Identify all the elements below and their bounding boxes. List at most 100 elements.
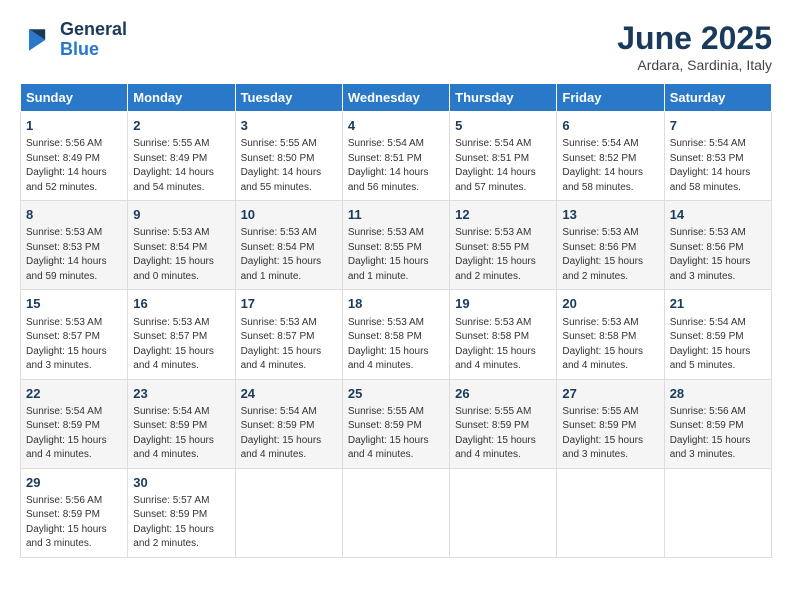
day-number: 29 [26, 474, 122, 492]
calendar-cell: 17 Sunrise: 5:53 AMSunset: 8:57 PMDayligh… [235, 290, 342, 379]
calendar-cell: 20 Sunrise: 5:53 AMSunset: 8:58 PMDayligh… [557, 290, 664, 379]
day-number: 17 [241, 295, 337, 313]
day-info: Sunrise: 5:53 AMSunset: 8:54 PMDaylight:… [133, 226, 229, 284]
day-number: 11 [348, 206, 444, 224]
day-header-sunday: Sunday [21, 84, 128, 112]
calendar-cell: 18 Sunrise: 5:53 AMSunset: 8:58 PMDayligh… [342, 290, 449, 379]
calendar-cell: 24Sunrise: 5:54 AMSunset: 8:59 PMDayligh… [235, 379, 342, 468]
day-header-monday: Monday [128, 84, 235, 112]
calendar-cell [342, 468, 449, 557]
day-info: Sunrise: 5:54 AMSunset: 8:52 PMDaylight:… [562, 137, 658, 195]
calendar-cell: 21Sunrise: 5:54 AMSunset: 8:59 PMDayligh… [664, 290, 771, 379]
calendar-week-row: 22Sunrise: 5:54 AMSunset: 8:59 PMDayligh… [21, 379, 772, 468]
calendar-table: SundayMondayTuesdayWednesdayThursdayFrid… [20, 83, 772, 558]
day-number: 10 [241, 206, 337, 224]
day-number: 30 [133, 474, 229, 492]
day-info: Sunrise: 5:54 AMSunset: 8:59 PMDaylight:… [670, 316, 766, 374]
day-info: Sunrise: 5:53 AMSunset: 8:55 PMDaylight:… [348, 226, 444, 284]
logo-text: General Blue [60, 20, 127, 60]
day-number: 3 [241, 117, 337, 135]
day-header-thursday: Thursday [450, 84, 557, 112]
day-info: Sunrise: 5:53 AMSunset: 8:57 PMDaylight:… [241, 316, 337, 374]
day-info: Sunrise: 5:53 AMSunset: 8:57 PMDaylight:… [133, 316, 229, 374]
day-info: Sunrise: 5:55 AMSunset: 8:59 PMDaylight:… [562, 405, 658, 463]
calendar-cell: 4 Sunrise: 5:54 AMSunset: 8:51 PMDaylight… [342, 112, 449, 201]
day-info: Sunrise: 5:53 AMSunset: 8:57 PMDaylight:… [26, 316, 122, 374]
day-info: Sunrise: 5:56 AMSunset: 8:59 PMDaylight:… [670, 405, 766, 463]
calendar-cell [557, 468, 664, 557]
day-info: Sunrise: 5:53 AMSunset: 8:53 PMDaylight:… [26, 226, 122, 284]
day-info: Sunrise: 5:54 AMSunset: 8:51 PMDaylight:… [348, 137, 444, 195]
day-info: Sunrise: 5:54 AMSunset: 8:51 PMDaylight:… [455, 137, 551, 195]
calendar-cell: 10 Sunrise: 5:53 AMSunset: 8:54 PMDayligh… [235, 201, 342, 290]
calendar-cell: 29 Sunrise: 5:56 AMSunset: 8:59 PMDayligh… [21, 468, 128, 557]
calendar-cell: 7Sunrise: 5:54 AMSunset: 8:53 PMDaylight… [664, 112, 771, 201]
day-number: 4 [348, 117, 444, 135]
day-info: Sunrise: 5:56 AMSunset: 8:59 PMDaylight:… [26, 494, 122, 552]
day-number: 19 [455, 295, 551, 313]
day-number: 20 [562, 295, 658, 313]
calendar-cell: 28Sunrise: 5:56 AMSunset: 8:59 PMDayligh… [664, 379, 771, 468]
day-number: 26 [455, 385, 551, 403]
title-block: June 2025 Ardara, Sardinia, Italy [617, 20, 772, 73]
calendar-cell: 26 Sunrise: 5:55 AMSunset: 8:59 PMDayligh… [450, 379, 557, 468]
day-number: 12 [455, 206, 551, 224]
day-header-wednesday: Wednesday [342, 84, 449, 112]
calendar-cell: 2 Sunrise: 5:55 AMSunset: 8:49 PMDaylight… [128, 112, 235, 201]
day-info: Sunrise: 5:53 AMSunset: 8:56 PMDaylight:… [562, 226, 658, 284]
calendar-cell: 19 Sunrise: 5:53 AMSunset: 8:58 PMDayligh… [450, 290, 557, 379]
day-number: 2 [133, 117, 229, 135]
day-info: Sunrise: 5:53 AMSunset: 8:55 PMDaylight:… [455, 226, 551, 284]
calendar-cell: 16 Sunrise: 5:53 AMSunset: 8:57 PMDayligh… [128, 290, 235, 379]
calendar-cell: 27 Sunrise: 5:55 AMSunset: 8:59 PMDayligh… [557, 379, 664, 468]
day-header-friday: Friday [557, 84, 664, 112]
day-info: Sunrise: 5:55 AMSunset: 8:59 PMDaylight:… [348, 405, 444, 463]
logo-icon [20, 22, 56, 58]
calendar-cell: 15 Sunrise: 5:53 AMSunset: 8:57 PMDayligh… [21, 290, 128, 379]
day-number: 25 [348, 385, 444, 403]
month-title: June 2025 [617, 20, 772, 57]
calendar-week-row: 8 Sunrise: 5:53 AMSunset: 8:53 PMDaylight… [21, 201, 772, 290]
calendar-week-row: 15 Sunrise: 5:53 AMSunset: 8:57 PMDayligh… [21, 290, 772, 379]
day-number: 14 [670, 206, 766, 224]
day-info: Sunrise: 5:55 AMSunset: 8:59 PMDaylight:… [455, 405, 551, 463]
calendar-cell: 23 Sunrise: 5:54 AMSunset: 8:59 PMDayligh… [128, 379, 235, 468]
day-info: Sunrise: 5:53 AMSunset: 8:58 PMDaylight:… [348, 316, 444, 374]
day-number: 16 [133, 295, 229, 313]
day-info: Sunrise: 5:53 AMSunset: 8:58 PMDaylight:… [455, 316, 551, 374]
day-number: 9 [133, 206, 229, 224]
calendar-cell: 11 Sunrise: 5:53 AMSunset: 8:55 PMDayligh… [342, 201, 449, 290]
day-number: 24 [241, 385, 337, 403]
day-number: 6 [562, 117, 658, 135]
day-info: Sunrise: 5:53 AMSunset: 8:54 PMDaylight:… [241, 226, 337, 284]
day-number: 18 [348, 295, 444, 313]
day-info: Sunrise: 5:54 AMSunset: 8:59 PMDaylight:… [133, 405, 229, 463]
calendar-cell: 12 Sunrise: 5:53 AMSunset: 8:55 PMDayligh… [450, 201, 557, 290]
day-number: 15 [26, 295, 122, 313]
day-info: Sunrise: 5:55 AMSunset: 8:49 PMDaylight:… [133, 137, 229, 195]
calendar-cell: 22Sunrise: 5:54 AMSunset: 8:59 PMDayligh… [21, 379, 128, 468]
day-info: Sunrise: 5:54 AMSunset: 8:53 PMDaylight:… [670, 137, 766, 195]
day-number: 23 [133, 385, 229, 403]
calendar-cell [450, 468, 557, 557]
calendar-cell: 30 Sunrise: 5:57 AMSunset: 8:59 PMDayligh… [128, 468, 235, 557]
day-info: Sunrise: 5:53 AMSunset: 8:56 PMDaylight:… [670, 226, 766, 284]
calendar-cell [664, 468, 771, 557]
day-info: Sunrise: 5:57 AMSunset: 8:59 PMDaylight:… [133, 494, 229, 552]
page-header: General Blue June 2025 Ardara, Sardinia,… [20, 20, 772, 73]
day-info: Sunrise: 5:54 AMSunset: 8:59 PMDaylight:… [26, 405, 122, 463]
calendar-cell: 3 Sunrise: 5:55 AMSunset: 8:50 PMDaylight… [235, 112, 342, 201]
day-number: 27 [562, 385, 658, 403]
calendar-body: 1Sunrise: 5:56 AMSunset: 8:49 PMDaylight… [21, 112, 772, 558]
day-info: Sunrise: 5:53 AMSunset: 8:58 PMDaylight:… [562, 316, 658, 374]
day-number: 8 [26, 206, 122, 224]
calendar-cell [235, 468, 342, 557]
calendar-cell: 5Sunrise: 5:54 AMSunset: 8:51 PMDaylight… [450, 112, 557, 201]
calendar-cell: 9 Sunrise: 5:53 AMSunset: 8:54 PMDaylight… [128, 201, 235, 290]
day-header-tuesday: Tuesday [235, 84, 342, 112]
calendar-cell: 25 Sunrise: 5:55 AMSunset: 8:59 PMDayligh… [342, 379, 449, 468]
day-info: Sunrise: 5:55 AMSunset: 8:50 PMDaylight:… [241, 137, 337, 195]
calendar-week-row: 29 Sunrise: 5:56 AMSunset: 8:59 PMDayligh… [21, 468, 772, 557]
day-header-saturday: Saturday [664, 84, 771, 112]
calendar-header-row: SundayMondayTuesdayWednesdayThursdayFrid… [21, 84, 772, 112]
